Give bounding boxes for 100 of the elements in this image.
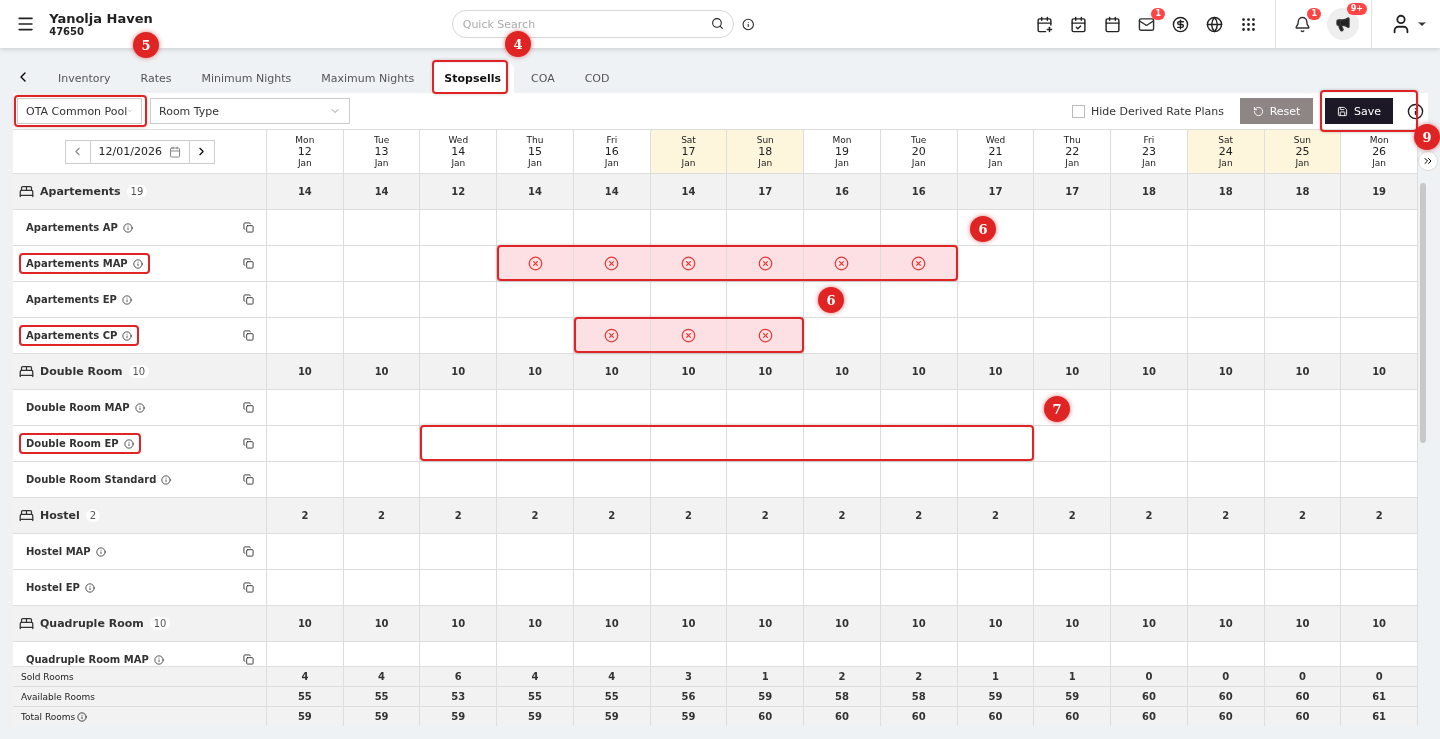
summary-label: Total Rooms xyxy=(21,711,76,722)
copy-icon[interactable] xyxy=(243,222,254,233)
summary-cell: 60 xyxy=(1034,707,1112,726)
hide-derived-checkbox[interactable]: Hide Derived Rate Plans xyxy=(1072,104,1224,118)
property-id: 47650 xyxy=(49,26,85,37)
rate-plan-name: Apartements EP xyxy=(26,294,117,305)
rate-plan-name: Apartements CP xyxy=(26,330,118,341)
bed-icon xyxy=(19,184,34,199)
rate-plan-name: Double Room EP xyxy=(26,438,119,449)
calendar-check-icon[interactable] xyxy=(1070,15,1087,33)
close-circle-icon xyxy=(911,256,927,271)
rate-plan-name: Double Room Standard xyxy=(26,474,157,485)
copy-icon[interactable] xyxy=(243,330,254,341)
tab[interactable]: Rates xyxy=(127,63,185,93)
summary-cell: 60 xyxy=(1187,707,1265,726)
close-circle-icon xyxy=(604,256,620,271)
close-circle-icon xyxy=(604,328,620,343)
info-icon xyxy=(132,258,143,269)
step-marker: 5 xyxy=(133,32,159,58)
count-badge: 1 xyxy=(1151,7,1165,20)
bed-icon xyxy=(19,616,34,631)
room-type-name: Apartements xyxy=(40,185,121,198)
info-icon xyxy=(161,474,172,485)
tab[interactable]: Minimum Nights xyxy=(188,63,305,93)
tab[interactable]: Inventory xyxy=(45,63,124,93)
rate-plan-name: Apartements AP xyxy=(26,222,118,233)
summary-cell: 60 xyxy=(727,707,805,726)
rate-plan-name: Hostel MAP xyxy=(26,546,91,557)
calendar-plus-icon[interactable] xyxy=(1036,15,1053,33)
room-type-dropdown[interactable]: Room Type xyxy=(150,98,350,124)
summary-cell: 60 xyxy=(957,707,1035,726)
copy-icon[interactable] xyxy=(243,402,254,413)
rate-plan-name: Double Room MAP xyxy=(26,402,130,413)
tab[interactable]: COA xyxy=(518,63,568,93)
info-icon xyxy=(122,222,133,233)
bed-icon xyxy=(19,364,34,379)
count-badge: 9+ xyxy=(1346,3,1367,15)
channel-dropdown[interactable]: OTA Common Pool xyxy=(17,98,142,124)
mail-icon[interactable] xyxy=(1138,15,1155,33)
summary-cell: 60 xyxy=(804,707,881,726)
apps-grid-icon[interactable] xyxy=(1240,15,1257,33)
search-icon[interactable] xyxy=(710,17,724,30)
info-icon xyxy=(122,330,133,341)
reset-icon xyxy=(1252,105,1264,117)
copy-icon[interactable] xyxy=(243,258,254,269)
info-icon xyxy=(84,582,95,593)
copy-icon[interactable] xyxy=(243,438,254,449)
calendar-icon xyxy=(168,145,181,158)
room-count: 2 xyxy=(85,509,101,522)
property-name: Yanolja Haven xyxy=(49,11,154,26)
search-field[interactable]: Quick Search xyxy=(451,10,734,38)
info-icon xyxy=(121,294,132,305)
date-header: Sat 24 Jan xyxy=(1187,130,1265,173)
date-header: Sun 18 Jan xyxy=(727,130,805,173)
room-count: 10 xyxy=(149,617,171,630)
summary-cell: 60 xyxy=(880,707,958,726)
save-button[interactable]: Save xyxy=(1325,98,1393,124)
date-header: Sun 25 Jan xyxy=(1264,130,1342,173)
copy-icon[interactable] xyxy=(243,294,254,305)
rate-plan-name: Quadruple Room MAP xyxy=(26,654,149,665)
bell-icon[interactable] xyxy=(1294,15,1311,33)
summary-cell: 60 xyxy=(1264,707,1342,726)
rate-plan-name: Hostel EP xyxy=(26,582,80,593)
rate-plan-name: Apartements MAP xyxy=(26,258,128,269)
summary-label: Sold Rooms xyxy=(21,671,74,682)
step-marker: 9 xyxy=(1414,124,1440,150)
summary-cell: 59 xyxy=(573,707,651,726)
date-header: Sat 17 Jan xyxy=(650,130,728,173)
dollar-icon[interactable] xyxy=(1172,15,1189,33)
copy-icon[interactable] xyxy=(243,474,254,485)
close-circle-icon xyxy=(527,256,543,271)
summary-cell: 59 xyxy=(497,707,574,726)
tab[interactable]: Maximum Nights xyxy=(308,63,428,93)
calendar-icon[interactable] xyxy=(1104,15,1121,33)
room-count: 19 xyxy=(126,185,148,198)
info-icon[interactable] xyxy=(1407,102,1424,120)
close-circle-icon xyxy=(757,328,773,343)
tab[interactable]: Stopsells xyxy=(431,63,514,93)
date-field[interactable]: 12/01/2026 xyxy=(90,139,189,164)
info-icon xyxy=(153,654,164,665)
reset-button[interactable]: Reset xyxy=(1240,98,1313,124)
summary-cell: 60 xyxy=(1111,707,1188,726)
copy-icon[interactable] xyxy=(243,654,254,665)
room-type-name: Quadruple Room xyxy=(40,617,144,630)
tab[interactable]: COD xyxy=(571,63,623,93)
close-circle-icon xyxy=(681,256,696,271)
summary-cell: 59 xyxy=(267,707,344,726)
globe-icon[interactable] xyxy=(1206,15,1223,33)
info-icon xyxy=(123,438,134,449)
copy-icon[interactable] xyxy=(243,546,254,557)
info-icon xyxy=(134,402,145,413)
room-type-name: Double Room xyxy=(40,365,123,378)
summary-label: Available Rooms xyxy=(21,691,95,702)
close-circle-icon xyxy=(757,256,773,271)
close-circle-icon xyxy=(681,328,696,343)
count-badge: 1 xyxy=(1307,7,1321,20)
step-marker: 4 xyxy=(505,31,531,57)
copy-icon[interactable] xyxy=(243,582,254,593)
scrollbar[interactable] xyxy=(1420,183,1426,443)
scroll-right-button[interactable] xyxy=(1418,151,1438,171)
